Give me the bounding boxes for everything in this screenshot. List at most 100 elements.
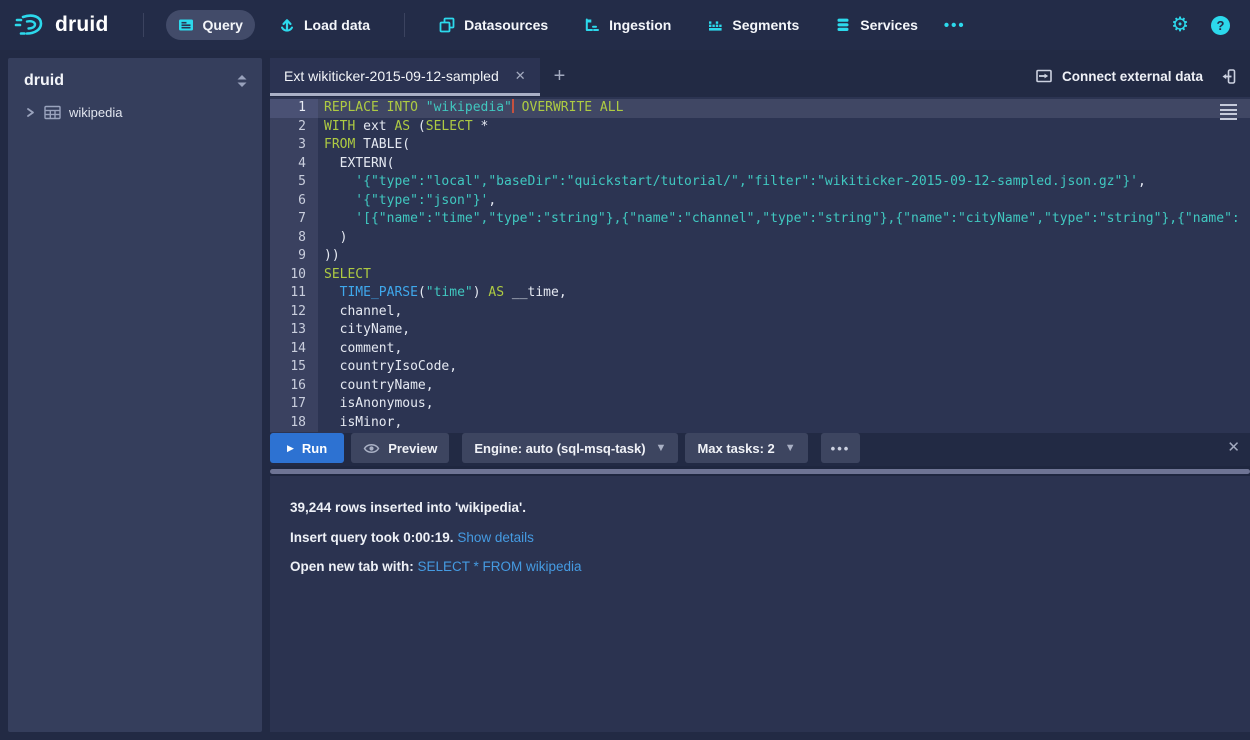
splitter-band [270, 466, 1250, 476]
editor-line[interactable]: 13 cityName, [270, 321, 1250, 340]
segments-icon [707, 17, 723, 33]
rows-inserted-message: 39,244 rows inserted into 'wikipedia'. [290, 500, 1230, 515]
chevron-down-icon: ▼ [656, 442, 667, 454]
panel-toggle-icon[interactable] [1221, 68, 1236, 85]
nav-item-query[interactable]: Query [166, 10, 255, 40]
connect-external-data-icon [1035, 68, 1053, 84]
editor-line[interactable]: 7 '[{"name":"time","type":"string"},{"na… [270, 210, 1250, 229]
open-new-tab-text: Open new tab with: [290, 559, 418, 574]
code-text: WITH ext AS (SELECT * [318, 118, 488, 137]
nav-item-label: Segments [732, 17, 799, 33]
results-panel: 39,244 rows inserted into 'wikipedia'. I… [270, 476, 1250, 732]
code-text: cityName, [318, 321, 410, 340]
line-number: 8 [270, 229, 318, 248]
line-number: 12 [270, 303, 318, 322]
editor-line[interactable]: 5 '{"type":"local","baseDir":"quickstart… [270, 173, 1250, 192]
sidebar-title: druid [24, 72, 64, 90]
editor-line[interactable]: 12 channel, [270, 303, 1250, 322]
datasources-icon [439, 17, 455, 33]
nav-item-load-data[interactable]: Load data [267, 10, 382, 40]
editor-line[interactable]: 17 isAnonymous, [270, 395, 1250, 414]
close-icon[interactable]: ✕ [513, 66, 528, 86]
editor-menu-icon[interactable] [1220, 104, 1237, 122]
nav-item-label: Datasources [464, 17, 548, 33]
select-query-link[interactable]: SELECT * FROM wikipedia [418, 559, 582, 574]
tab-ext-wikiticker[interactable]: Ext wikiticker-2015-09-12-sampled ✕ [270, 58, 540, 94]
druid-logo[interactable]: druid [14, 11, 109, 39]
code-text: '{"type":"local","baseDir":"quickstart/t… [318, 173, 1146, 192]
top-nav: druid Query Load data [0, 0, 1250, 50]
preview-button[interactable]: Preview [351, 433, 449, 463]
show-details-link[interactable]: Show details [457, 530, 534, 545]
chevron-right-icon[interactable] [24, 106, 36, 119]
help-icon[interactable]: ? [1211, 16, 1230, 35]
editor-line[interactable]: 16 countryName, [270, 377, 1250, 396]
line-number: 3 [270, 136, 318, 155]
nav-item-services[interactable]: Services [823, 10, 930, 40]
max-tasks-dropdown[interactable]: Max tasks: 2 ▼ [685, 433, 807, 463]
sort-icon[interactable] [236, 74, 248, 88]
editor-line[interactable]: 11 TIME_PARSE("time") AS __time, [270, 284, 1250, 303]
new-tab-button[interactable]: + [554, 65, 566, 88]
line-number: 17 [270, 395, 318, 414]
sql-editor[interactable]: 1REPLACE INTO "wikipedia" OVERWRITE ALL2… [270, 97, 1250, 433]
editor-line[interactable]: 4 EXTERN( [270, 155, 1250, 174]
nav-item-ingestion[interactable]: Ingestion [572, 10, 683, 40]
logo-text: druid [55, 13, 109, 37]
load-data-icon [279, 17, 295, 33]
editor-line[interactable]: 3FROM TABLE( [270, 136, 1250, 155]
nav-more-button[interactable]: ••• [936, 11, 974, 40]
nav-item-segments[interactable]: Segments [695, 10, 811, 40]
line-number: 18 [270, 414, 318, 433]
editor-line[interactable]: 1REPLACE INTO "wikipedia" OVERWRITE ALL [270, 99, 1250, 118]
line-number: 7 [270, 210, 318, 229]
play-icon: ▶ [287, 443, 294, 454]
line-number: 15 [270, 358, 318, 377]
code-text: ) [318, 229, 347, 248]
max-tasks-label: Max tasks: 2 [697, 441, 774, 456]
code-text: isAnonymous, [318, 395, 434, 414]
code-text: TIME_PARSE("time") AS __time, [318, 284, 567, 303]
code-text: countryName, [318, 377, 434, 396]
query-icon [178, 17, 194, 33]
line-number: 2 [270, 118, 318, 137]
tabrow-right: Connect external data [1035, 68, 1250, 85]
connect-external-data-label: Connect external data [1062, 69, 1203, 84]
tab-label: Ext wikiticker-2015-09-12-sampled [284, 68, 499, 84]
toolbar-more-button[interactable]: ••• [821, 433, 861, 463]
engine-dropdown[interactable]: Engine: auto (sql-msq-task) ▼ [462, 433, 678, 463]
run-button[interactable]: ▶ Run [270, 433, 344, 463]
sidebar-item-wikipedia[interactable]: wikipedia [8, 100, 262, 125]
chevron-down-icon: ▼ [785, 442, 796, 454]
editor-line[interactable]: 15 countryIsoCode, [270, 358, 1250, 377]
nav-item-datasources[interactable]: Datasources [427, 10, 560, 40]
editor-line[interactable]: 2WITH ext AS (SELECT * [270, 118, 1250, 137]
code-text: channel, [318, 303, 402, 322]
line-number: 9 [270, 247, 318, 266]
splitter-handle[interactable] [270, 469, 1250, 474]
editor-line[interactable]: 18 isMinor, [270, 414, 1250, 433]
line-number: 5 [270, 173, 318, 192]
code-text: isMinor, [318, 414, 402, 433]
query-duration-message: Insert query took 0:00:19. Show details [290, 530, 1230, 545]
line-number: 14 [270, 340, 318, 359]
code-text: FROM TABLE( [318, 136, 410, 155]
line-number: 16 [270, 377, 318, 396]
run-label: Run [302, 441, 327, 456]
schema-sidebar: druid wikipedia [8, 58, 262, 732]
druid-logo-icon [14, 11, 46, 39]
editor-line[interactable]: 10SELECT [270, 266, 1250, 285]
duration-text: Insert query took 0:00:19. [290, 530, 457, 545]
line-number: 1 [270, 99, 318, 118]
code-text: )) [318, 247, 340, 266]
editor-line[interactable]: 8 ) [270, 229, 1250, 248]
connect-external-data-button[interactable]: Connect external data [1035, 68, 1203, 84]
topnav-right: ⚙ ? [1171, 15, 1230, 35]
editor-line[interactable]: 14 comment, [270, 340, 1250, 359]
editor-line[interactable]: 6 '{"type":"json"}', [270, 192, 1250, 211]
line-number: 10 [270, 266, 318, 285]
nav-divider [143, 13, 144, 37]
editor-line[interactable]: 9)) [270, 247, 1250, 266]
close-results-icon[interactable]: ✕ [1217, 433, 1250, 461]
gear-icon[interactable]: ⚙ [1171, 15, 1189, 35]
